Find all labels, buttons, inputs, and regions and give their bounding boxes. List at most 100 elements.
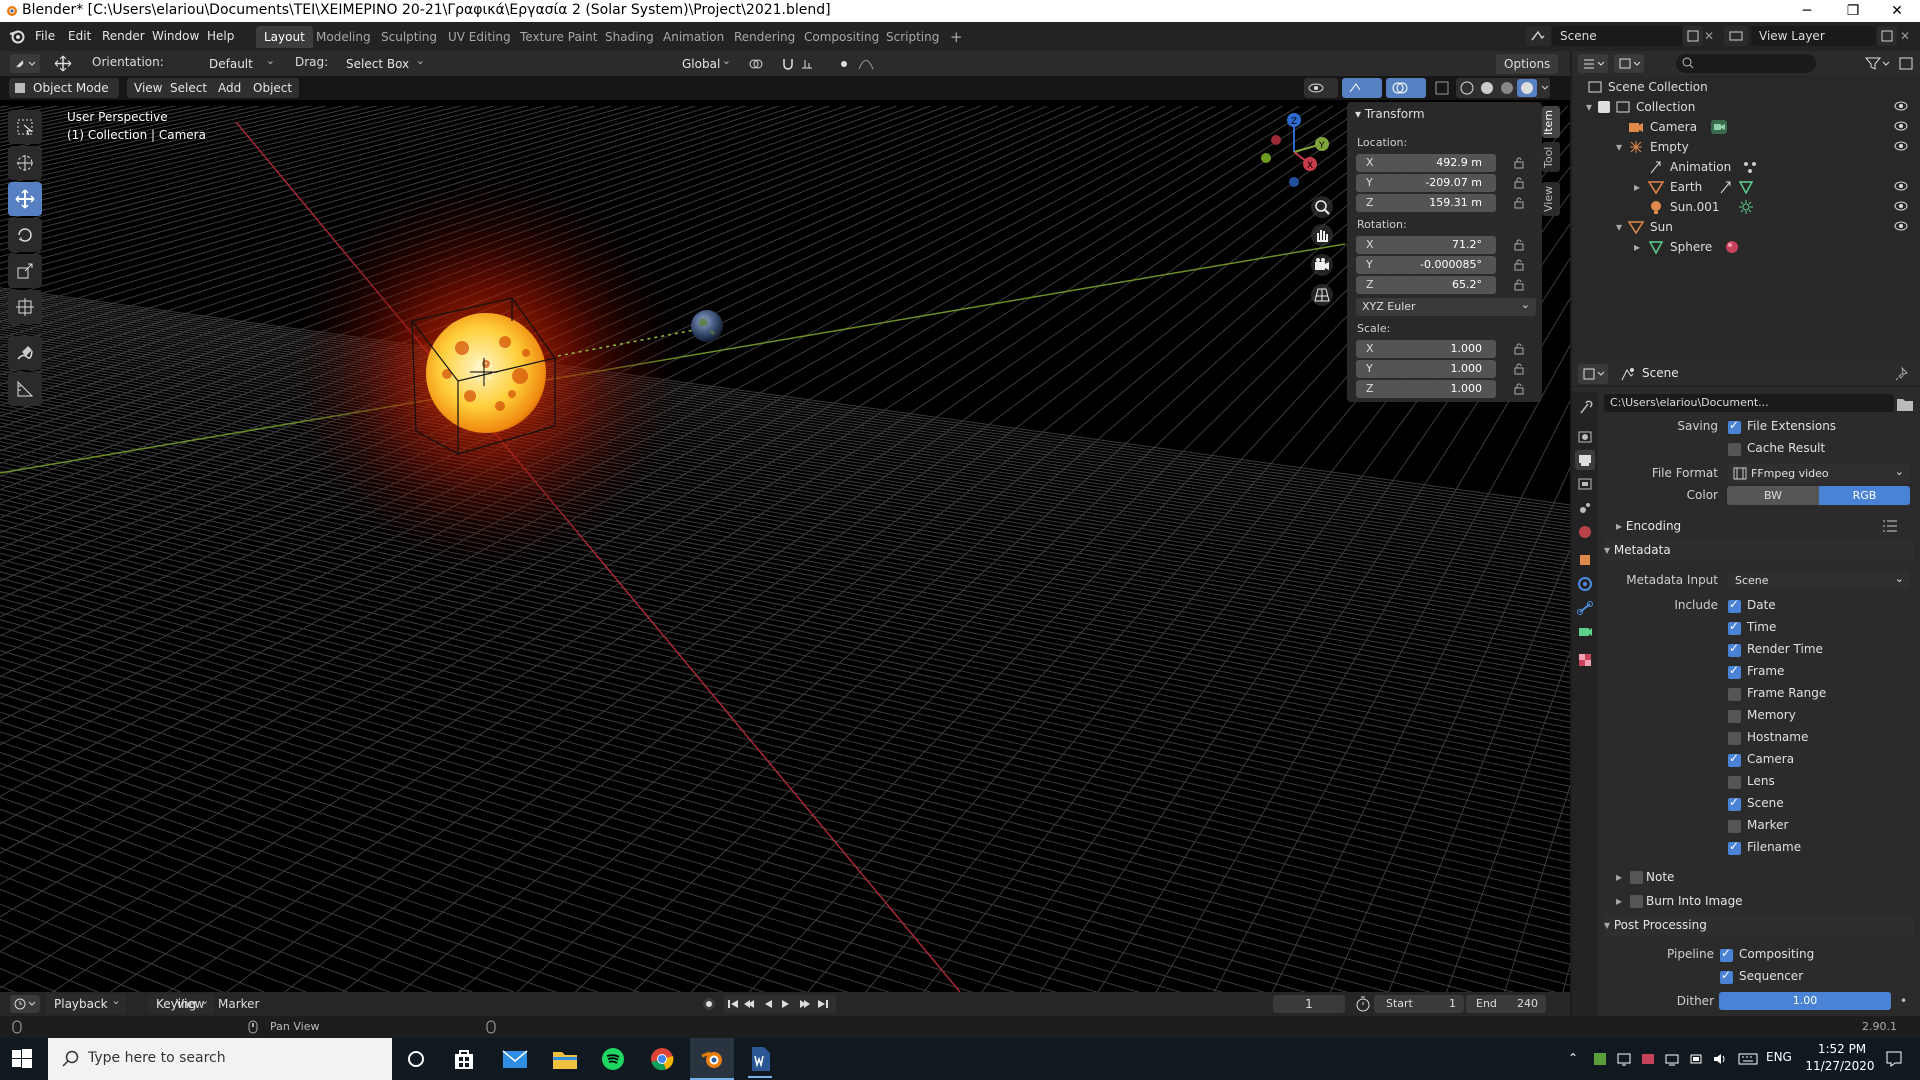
current-frame-field[interactable]: 1 (1273, 995, 1345, 1013)
new-scene-icon[interactable] (1683, 26, 1703, 46)
tab-compositing[interactable]: Compositing (796, 26, 887, 48)
location-y-field[interactable]: Y -209.07 m (1356, 174, 1496, 192)
tab-scripting[interactable]: Scripting (878, 26, 947, 48)
maximize-button[interactable]: ❐ (1830, 0, 1876, 22)
viewport-menu-object[interactable]: Object (246, 78, 300, 98)
include-checkbox[interactable] (1728, 597, 1741, 613)
tab-modeling[interactable]: Modeling (308, 26, 379, 48)
burn-into-image-panel-header[interactable]: ▸ Burn Into Image (1604, 890, 1914, 912)
move-tool-icon[interactable] (52, 54, 74, 73)
include-checkbox[interactable] (1728, 820, 1741, 833)
file-extensions-checkbox[interactable] (1728, 418, 1741, 434)
eye-icon[interactable] (1894, 141, 1908, 151)
pan-view-icon[interactable] (1311, 224, 1333, 246)
tray-app-icon[interactable] (1592, 1051, 1608, 1067)
menu-window[interactable]: Window (146, 27, 205, 46)
spotify-icon[interactable] (601, 1047, 625, 1071)
menu-edit[interactable]: Edit (62, 27, 97, 46)
word-icon[interactable] (748, 1046, 772, 1078)
rotation-z-field[interactable]: Z 65.2° (1356, 276, 1496, 294)
eye-icon[interactable] (1894, 121, 1908, 131)
display-mode-icon[interactable] (1614, 54, 1644, 73)
tray-battery-icon[interactable] (1688, 1051, 1704, 1067)
outliner-row-empty[interactable]: ▾ Empty (1572, 137, 1920, 157)
filter-icon[interactable] (1862, 54, 1892, 73)
rotation-mode-dropdown[interactable]: XYZ Euler ⌄ (1356, 298, 1536, 316)
tab-uv-editing[interactable]: UV Editing (440, 26, 519, 48)
note-panel-header[interactable]: ▸ Note (1604, 866, 1914, 888)
dither-slider[interactable]: 1.00 (1719, 992, 1891, 1010)
physics-tab-icon[interactable] (1575, 574, 1595, 594)
tray-chevron-icon[interactable]: ⌃ (1568, 1051, 1578, 1065)
color-bw-button[interactable]: BW (1727, 486, 1819, 505)
editor-type-icon[interactable] (10, 54, 40, 73)
tray-display-icon[interactable] (1616, 1051, 1632, 1067)
microsoft-store-icon[interactable] (452, 1047, 476, 1071)
camera-view-icon[interactable] (1311, 254, 1333, 276)
include-checkbox[interactable] (1728, 663, 1741, 679)
scene-selector-icon[interactable] (1526, 26, 1550, 46)
lock-icon[interactable] (1513, 177, 1525, 189)
drag-dropdown[interactable]: Select Box (338, 51, 430, 74)
rotate-tool-icon[interactable] (8, 218, 42, 252)
include-checkbox[interactable] (1728, 641, 1741, 657)
viewport-menu-select[interactable]: Select (163, 78, 215, 98)
outliner-row-animation[interactable]: Animation (1572, 157, 1920, 177)
file-explorer-icon[interactable] (552, 1047, 578, 1071)
new-view-layer-icon[interactable] (1877, 26, 1897, 46)
delete-scene-icon[interactable]: ✕ (1704, 26, 1720, 46)
earth-sphere[interactable] (691, 310, 723, 342)
move-tool-button-icon[interactable] (8, 182, 42, 216)
scene-field[interactable]: Scene (1552, 26, 1682, 46)
tab-sculpting[interactable]: Sculpting (373, 26, 445, 48)
gizmo-toggle-icon[interactable] (1342, 78, 1382, 98)
taskbar-search-box[interactable]: Type here to search (48, 1038, 392, 1080)
metadata-input-dropdown[interactable]: Scene ⌄ (1727, 571, 1910, 590)
navigation-gizmo[interactable]: Z Y X (1252, 110, 1332, 190)
options-dropdown[interactable]: Options (1496, 54, 1558, 74)
perspective-toggle-icon[interactable] (1311, 284, 1333, 306)
tray-network-icon[interactable] (1664, 1051, 1680, 1067)
outliner-row-sphere[interactable]: ▸ Sphere (1572, 237, 1920, 257)
tray-volume-icon[interactable] (1712, 1051, 1728, 1067)
lock-icon[interactable] (1513, 197, 1525, 209)
include-checkbox[interactable] (1728, 776, 1741, 789)
metadata-panel-header[interactable]: ▾ Metadata (1604, 539, 1914, 561)
stopwatch-icon[interactable] (1354, 995, 1372, 1013)
outliner-row-camera[interactable]: Camera (1572, 117, 1920, 137)
properties-editor-type-icon[interactable] (1578, 364, 1608, 384)
constraints-tab-icon[interactable] (1575, 598, 1595, 618)
decorator-dot-icon[interactable]: • (1900, 994, 1907, 1008)
view-layer-field[interactable]: View Layer (1751, 26, 1876, 46)
expand-arrow-icon[interactable]: ▸ (1634, 237, 1640, 257)
tab-texture-paint[interactable]: Texture Paint (512, 26, 605, 48)
measure-tool-icon[interactable] (8, 372, 42, 406)
include-checkbox[interactable] (1728, 751, 1741, 767)
cache-result-checkbox[interactable] (1728, 443, 1741, 456)
windows-start-icon[interactable] (12, 1049, 32, 1069)
scale-tool-icon[interactable] (8, 254, 42, 288)
scale-y-field[interactable]: Y 1.000 (1356, 360, 1496, 378)
data-tab-icon[interactable] (1575, 622, 1595, 642)
tab-shading[interactable]: Shading (597, 26, 662, 48)
lock-icon[interactable] (1513, 383, 1525, 395)
transform-tool-icon[interactable] (8, 290, 42, 324)
annotate-tool-icon[interactable] (8, 336, 42, 370)
lock-icon[interactable] (1513, 239, 1525, 251)
include-checkbox[interactable] (1728, 839, 1741, 855)
compositing-checkbox[interactable] (1720, 946, 1733, 962)
xray-toggle-icon[interactable] (1432, 78, 1452, 98)
new-collection-icon[interactable] (1896, 54, 1916, 73)
post-processing-panel-header[interactable]: ▾ Post Processing (1604, 914, 1914, 936)
falloff-icon[interactable] (856, 54, 886, 73)
object-tab-icon[interactable] (1575, 550, 1595, 570)
outliner-row-sun-001[interactable]: Sun.001 (1572, 197, 1920, 217)
tray-defender-icon[interactable] (1640, 1051, 1656, 1067)
output-path-field[interactable]: C:\Users\elariou\Document... (1604, 394, 1894, 412)
presets-list-icon[interactable] (1882, 519, 1898, 533)
render-tab-icon[interactable] (1575, 426, 1595, 446)
scale-x-field[interactable]: X 1.000 (1356, 340, 1496, 358)
tab-layout[interactable]: Layout (256, 26, 313, 48)
tab-tool[interactable]: Tool (1542, 142, 1560, 172)
mail-icon[interactable] (502, 1047, 528, 1071)
